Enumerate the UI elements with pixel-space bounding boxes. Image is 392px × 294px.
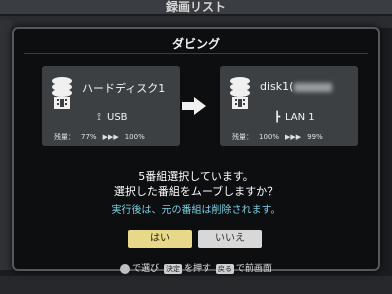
redacted-text: [294, 82, 333, 92]
source-remain-arrows: ▶▶▶: [102, 133, 119, 141]
confirm-key-icon: 決定: [163, 264, 182, 274]
background-title: 録画リスト: [0, 0, 392, 14]
operation-hints: で選び 決定 を押す 戻る で前画面: [14, 261, 378, 274]
title-divider: [24, 53, 368, 54]
destination-remain-label: 残量：: [232, 133, 253, 141]
yes-button[interactable]: はい: [128, 230, 192, 248]
source-panel: ハードディスク1 ⟟ USB 残量： 77% ▶▶▶ 100%: [42, 66, 180, 146]
dpad-icon: [120, 263, 131, 274]
destination-connection-label: LAN 1: [285, 112, 315, 123]
transfer-arrow-stem: [182, 102, 194, 110]
source-connection: ⟟ USB: [94, 112, 128, 123]
destination-remaining: 残量： 100% ▶▶▶ 99%: [232, 132, 329, 142]
background-footer: [0, 276, 392, 294]
usb-icon: ⟟: [97, 112, 101, 123]
source-remaining: 残量： 77% ▶▶▶ 100%: [54, 132, 151, 142]
source-connection-label: USB: [107, 112, 128, 123]
back-key-icon: 戻る: [215, 264, 234, 274]
destination-panel: disk1( ┣ LAN 1 残量： 100% ▶▶▶ 99%: [220, 66, 358, 146]
destination-disk-name: disk1(: [260, 80, 333, 93]
selection-count-message: 5番組選択しています。: [138, 170, 254, 183]
source-remain-label: 残量：: [54, 133, 75, 141]
background-left-strip: [0, 20, 12, 270]
dubbing-dialog: ダビング ハードディスク1 ⟟ USB 残量： 77% ▶▶▶ 100% dis…: [12, 27, 380, 274]
destination-remain-from: 100%: [259, 133, 280, 141]
no-button[interactable]: いいえ: [198, 230, 262, 248]
confirm-move-message: 選択した番組をムーブしますか？: [113, 185, 279, 198]
lan-icon: ┣: [273, 112, 281, 123]
destination-disk-label: disk1(: [260, 80, 294, 93]
hdd-icon: [230, 77, 250, 109]
hdd-icon: [52, 77, 72, 109]
destination-connection: ┣ LAN 1: [272, 112, 315, 123]
hint-confirm: を押す: [183, 264, 211, 274]
hint-back: で前画面: [235, 264, 272, 274]
dialog-title: ダビング: [171, 37, 220, 51]
delete-warning-message: 実行後は、元の番組は削除されます。: [111, 205, 281, 216]
transfer-arrow-icon: [194, 97, 206, 115]
destination-remain-arrows: ▶▶▶: [285, 133, 302, 141]
source-remain-to: 100%: [124, 133, 145, 141]
hint-select: で選び: [132, 264, 160, 274]
source-disk-name: ハードディスク1: [82, 82, 166, 95]
source-remain-from: 77%: [81, 133, 97, 141]
destination-remain-to: 99%: [307, 133, 323, 141]
